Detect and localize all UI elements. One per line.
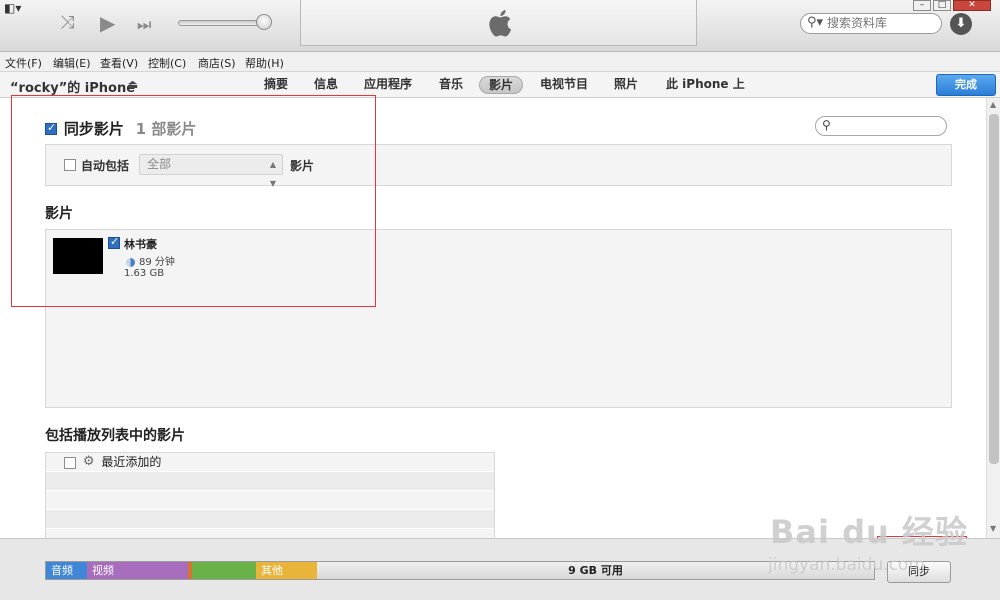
menu-view[interactable]: 查看(V) (100, 55, 138, 71)
download-icon[interactable]: ⬇ (950, 13, 972, 35)
played-progress-icon (126, 257, 135, 267)
menu-controls[interactable]: 控制(C) (148, 55, 186, 71)
list-item-empty (46, 491, 494, 510)
menu-edit[interactable]: 编辑(E) (53, 55, 91, 71)
auto-include-label: 自动包括 (81, 159, 130, 173)
device-name: “rocky”的 iPhone (10, 81, 136, 96)
eject-icon[interactable]: ⏏ (127, 77, 138, 91)
movie-checkbox[interactable] (108, 235, 120, 249)
auto-include-suffix: 影片 (290, 159, 315, 173)
next-track-button[interactable]: ⏭ (137, 14, 151, 36)
auto-include-select[interactable]: 全部 ▲ ▼ (139, 154, 283, 188)
movie-duration-text: 89 分钟 (139, 257, 175, 268)
volume-slider[interactable] (178, 14, 272, 30)
scroll-up-icon[interactable]: ▲ (990, 100, 996, 109)
movies-sync-panel: 同步影片 1 部影片 ⚲ 自动包括 全部 ▲▼ 影片 影片 林书豪 89 分钟 … (0, 98, 986, 538)
play-button[interactable]: ▶ (100, 12, 115, 34)
capacity-audio-label: 音频 (51, 564, 73, 577)
movie-thumbnail (53, 238, 103, 274)
list-item[interactable]: ⚙ 最近添加的 (46, 453, 494, 472)
library-search-input[interactable] (827, 16, 937, 30)
menu-file[interactable]: 文件(F) (5, 55, 42, 71)
sync-movies-row: 同步影片 1 部影片 (45, 118, 196, 139)
tab-info[interactable]: 信息 (314, 76, 338, 94)
movie-title: 林书豪 (124, 238, 157, 251)
list-item-empty (46, 472, 494, 491)
playlist-checkbox[interactable] (64, 457, 76, 469)
auto-include-box: 自动包括 全部 ▲ ▼ 影片 (45, 144, 952, 188)
movie-count: 1 部影片 (135, 120, 197, 138)
tab-tv-shows[interactable]: 电视节目 (540, 76, 588, 94)
sync-movies-label: 同步影片 (63, 120, 124, 138)
volume-track (178, 20, 266, 26)
capacity-free: 9 GB 可用 (317, 562, 874, 579)
menu-help[interactable]: 帮助(H) (245, 55, 284, 71)
window-maximize-button[interactable]: □ (933, 0, 951, 11)
system-menu-icon[interactable]: ◧▾ (4, 1, 21, 15)
capacity-other-label: 其他 (261, 564, 283, 577)
vertical-scrollbar[interactable]: ▲ ▼ (986, 98, 1000, 538)
menu-store[interactable]: 商店(S) (198, 55, 236, 71)
capacity-audio: 音频 (46, 562, 87, 579)
playlist-name: 最近添加的 (101, 455, 162, 469)
search-icon: ⚲▾ (807, 15, 824, 30)
toolbar: ◧▾ ⤨ ▶ ⏭ ⚲▾ ⬇ – □ ✕ (0, 0, 1000, 52)
volume-knob[interactable] (256, 14, 272, 30)
gear-icon: ⚙ (82, 454, 95, 469)
window-close-button[interactable]: ✕ (953, 0, 991, 11)
sync-movies-checkbox[interactable] (45, 121, 57, 135)
tab-apps[interactable]: 应用程序 (364, 76, 412, 94)
list-item-empty (46, 529, 494, 538)
capacity-other: 其他 (256, 562, 317, 579)
movie-duration: 89 分钟 (126, 253, 175, 268)
capacity-video: 视频 (87, 562, 188, 579)
tab-on-this-iphone[interactable]: 此 iPhone 上 (666, 76, 745, 94)
movies-list: 林书豪 89 分钟 1.63 GB (45, 229, 952, 408)
sync-button[interactable]: 同步 (887, 561, 951, 583)
movies-heading: 影片 (45, 206, 73, 222)
capacity-apps (192, 562, 256, 579)
movie-size: 1.63 GB (124, 268, 165, 279)
auto-include-checkbox[interactable] (64, 159, 76, 171)
auto-include-value: 全部 (147, 157, 172, 171)
window-minimize-button[interactable]: – (913, 0, 931, 11)
capacity-bar-area: 音频 视频 其他 9 GB 可用 同步 (0, 538, 1000, 600)
list-item-empty (46, 510, 494, 529)
tab-summary[interactable]: 摘要 (264, 76, 288, 94)
search-icon: ⚲ (822, 118, 831, 132)
tab-movies[interactable]: 影片 (479, 76, 524, 94)
scroll-down-icon[interactable]: ▼ (990, 524, 996, 533)
library-search[interactable]: ⚲▾ (800, 13, 942, 34)
select-arrows-icon: ▲ ▼ (269, 160, 276, 188)
shuffle-icon[interactable]: ⤨ (60, 12, 74, 34)
capacity-bar: 音频 视频 其他 9 GB 可用 (45, 561, 875, 580)
done-button[interactable]: 完成 (936, 74, 996, 96)
status-display (300, 0, 697, 46)
scrollbar-thumb[interactable] (989, 114, 999, 464)
capacity-video-label: 视频 (92, 564, 114, 577)
device-bar: “rocky”的 iPhone ⏏ 摘要 信息 应用程序 音乐 影片 电视节目 … (0, 72, 1000, 98)
playlists-heading: 包括播放列表中的影片 (45, 428, 185, 444)
playlist-list: ⚙ 最近添加的 (45, 452, 495, 538)
tab-music[interactable]: 音乐 (439, 76, 463, 94)
menu-bar: 文件(F) 编辑(E) 查看(V) 控制(C) 商店(S) 帮助(H) (0, 52, 1000, 72)
apple-logo-icon (489, 10, 512, 37)
tab-photos[interactable]: 照片 (614, 76, 638, 94)
movies-search-input[interactable]: ⚲ (815, 116, 947, 136)
